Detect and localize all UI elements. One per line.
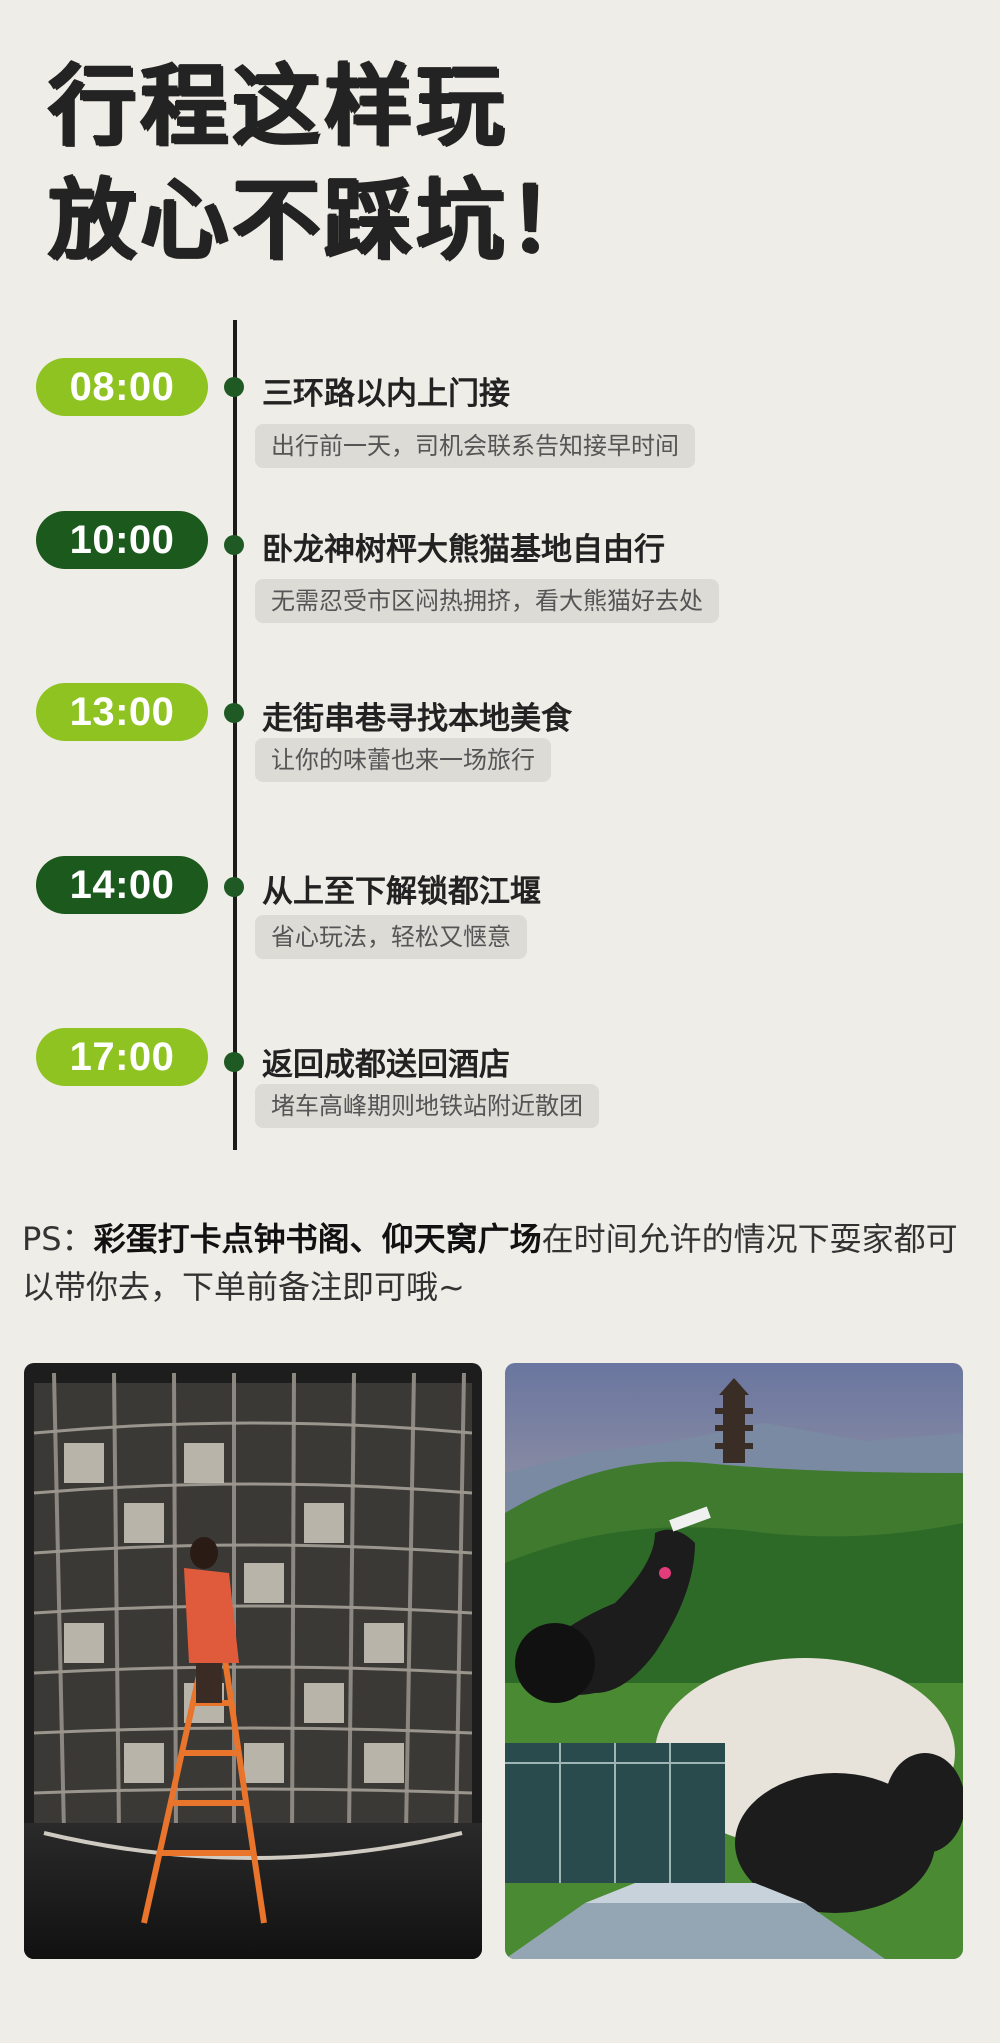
ps-prefix: PS： xyxy=(22,1220,94,1258)
event-note: 让你的味蕾也来一场旅行 xyxy=(255,738,551,782)
time-badge: 08:00 xyxy=(36,358,208,416)
timeline-line xyxy=(233,320,237,1150)
event-title: 三环路以内上门接 xyxy=(262,376,510,412)
time-badge: 13:00 xyxy=(36,683,208,741)
time-badge: 10:00 xyxy=(36,511,208,569)
timeline-dot xyxy=(224,1052,244,1072)
page-title-line2: 放心不踩坑！ xyxy=(48,168,601,271)
ps-note: PS：彩蛋打卡点钟书阁、仰天窝广场在时间允许的情况下耍家都可以带你去，下单前备注… xyxy=(22,1215,972,1311)
timeline-dot xyxy=(224,703,244,723)
page-title-line1: 行程这样玩 xyxy=(48,54,509,157)
ps-highlight: 彩蛋打卡点钟书阁、仰天窝广场 xyxy=(93,1220,542,1258)
event-note: 堵车高峰期则地铁站附近散团 xyxy=(255,1084,599,1128)
event-title: 卧龙神树枰大熊猫基地自由行 xyxy=(262,532,665,568)
panda-sculpture-photo xyxy=(505,1363,963,1959)
event-title: 走街串巷寻找本地美食 xyxy=(262,701,572,737)
timeline-dot xyxy=(224,535,244,555)
event-note: 无需忍受市区闷热拥挤，看大熊猫好去处 xyxy=(255,579,719,623)
time-badge: 14:00 xyxy=(36,856,208,914)
event-title: 返回成都送回酒店 xyxy=(262,1047,510,1083)
event-title: 从上至下解锁都江堰 xyxy=(262,874,541,910)
event-note: 出行前一天，司机会联系告知接早时间 xyxy=(255,424,695,468)
event-note: 省心玩法，轻松又惬意 xyxy=(255,915,527,959)
timeline-dot xyxy=(224,877,244,897)
time-badge: 17:00 xyxy=(36,1028,208,1086)
timeline-dot xyxy=(224,377,244,397)
bookstore-photo xyxy=(24,1363,482,1959)
